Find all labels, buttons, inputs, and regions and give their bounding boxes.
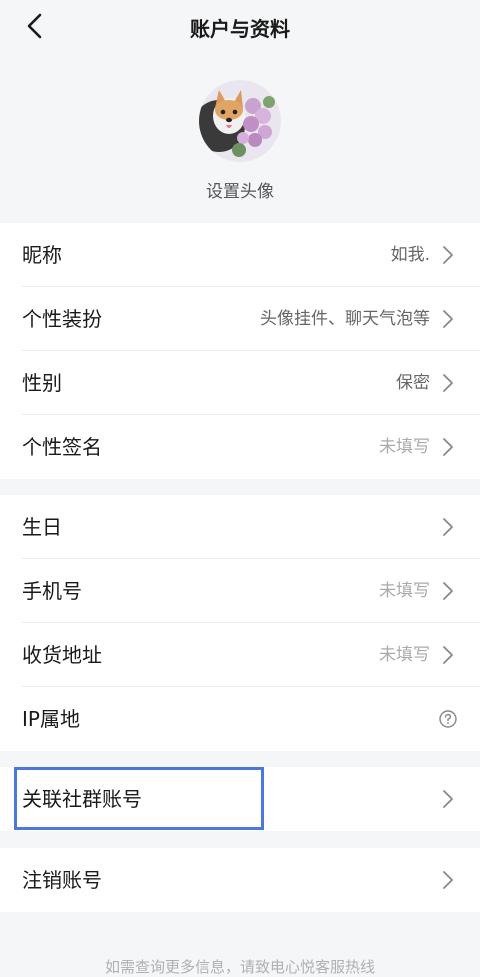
- avatar[interactable]: [199, 80, 281, 162]
- row-label: 个性装扮: [22, 307, 102, 331]
- nav-bar: 账户与资料: [0, 0, 480, 52]
- chevron-right-icon: [443, 582, 453, 600]
- chevron-right-icon: [443, 790, 453, 808]
- row-linked-community-account[interactable]: 关联社群账号: [0, 767, 480, 831]
- row-signature[interactable]: 个性签名 未填写: [0, 415, 480, 479]
- chevron-right-icon: [443, 518, 453, 536]
- row-label: 昵称: [22, 243, 62, 267]
- row-personalization[interactable]: 个性装扮 头像挂件、聊天气泡等: [0, 287, 480, 351]
- row-label: 收货地址: [22, 643, 102, 667]
- row-gender[interactable]: 性别 保密: [0, 351, 480, 415]
- row-nickname[interactable]: 昵称 如我.: [0, 223, 480, 287]
- row-value: 未填写: [379, 581, 430, 601]
- chevron-right-icon: [443, 438, 453, 456]
- contact-group: 生日 手机号 未填写 收货地址 未填写 IP属地: [0, 495, 480, 751]
- row-value: 保密: [396, 373, 430, 393]
- row-label: 生日: [22, 515, 62, 539]
- row-value: 如我.: [390, 245, 430, 265]
- chevron-right-icon: [443, 871, 453, 889]
- row-label: 手机号: [22, 579, 82, 603]
- chevron-right-icon: [443, 310, 453, 328]
- row-label: 注销账号: [22, 868, 102, 892]
- page-title: 账户与资料: [190, 17, 290, 41]
- row-label: 关联社群账号: [22, 787, 142, 811]
- row-birthday[interactable]: 生日: [0, 495, 480, 559]
- row-ip-location: IP属地: [0, 687, 480, 751]
- row-label: IP属地: [22, 707, 80, 731]
- row-label: 性别: [22, 371, 62, 395]
- row-address[interactable]: 收货地址 未填写: [0, 623, 480, 687]
- row-phone[interactable]: 手机号 未填写: [0, 559, 480, 623]
- help-icon[interactable]: [439, 710, 457, 728]
- avatar-caption[interactable]: 设置头像: [0, 177, 480, 202]
- chevron-right-icon: [443, 246, 453, 264]
- account-deletion-group: 注销账号: [0, 848, 480, 912]
- footer-note: 如需查询更多信息，请致电心悦客服热线: [104, 958, 375, 976]
- chevron-right-icon: [443, 646, 453, 664]
- row-label: 个性签名: [22, 435, 102, 459]
- row-delete-account[interactable]: 注销账号: [0, 848, 480, 912]
- profile-group: 昵称 如我. 个性装扮 头像挂件、聊天气泡等 性别 保密 个性签名 未填写: [0, 223, 480, 479]
- row-value: 头像挂件、聊天气泡等: [260, 309, 430, 329]
- linked-accounts-group: 关联社群账号: [0, 767, 480, 831]
- chevron-right-icon: [443, 374, 453, 392]
- row-value: 未填写: [379, 645, 430, 665]
- row-value: 未填写: [379, 437, 430, 457]
